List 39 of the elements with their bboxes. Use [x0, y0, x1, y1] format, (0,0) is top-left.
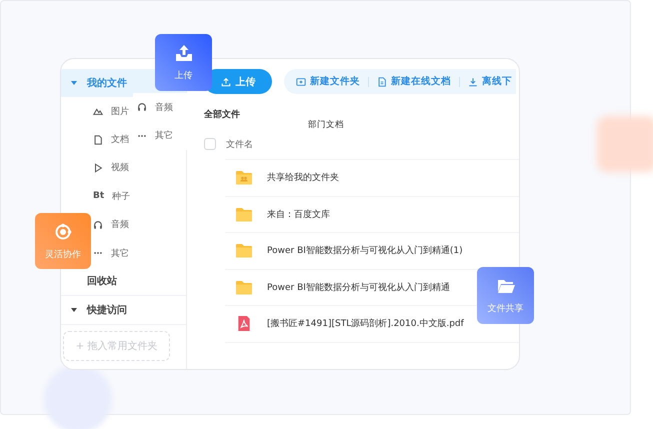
document-icon [377, 76, 387, 86]
column-header: 文件名 [226, 138, 253, 150]
headphones-icon [137, 102, 147, 112]
file-name: 共享给我的文件夹 [267, 172, 339, 184]
folder-icon [235, 242, 253, 260]
sidebar-item[interactable]: 图片 [93, 97, 129, 126]
headphones-icon [93, 220, 103, 230]
sidebar-item[interactable]: 快捷访问 [61, 296, 186, 326]
tile-label: 文件共享 [488, 302, 524, 315]
download-icon [468, 76, 478, 86]
file-name: Power BI智能数据分析与可视化从入门到精通(1) [267, 244, 463, 258]
image-icon [93, 106, 103, 116]
file-name: Power BI智能数据分析与可视化从入门到精通 [267, 282, 450, 294]
breadcrumb[interactable]: 全部文件 [204, 108, 240, 121]
sidebar-item[interactable]: 文档 [93, 125, 129, 154]
bt-icon: Bt [93, 191, 104, 202]
sidebar-item[interactable]: Bt 种子 [93, 182, 130, 211]
folder-icon [235, 206, 253, 223]
document-icon [93, 134, 103, 145]
toolbar-button[interactable]: 离线下 [464, 75, 516, 88]
folder-icon [235, 278, 253, 296]
shared-folder-icon [235, 169, 253, 186]
decorative-blob [597, 116, 653, 172]
folder-plus-icon [296, 76, 306, 86]
upload-icon [220, 76, 230, 86]
sidebar-item[interactable]: 音频 [93, 210, 129, 239]
checkbox[interactable] [204, 138, 216, 150]
file-name: [搬书匠#1491][STL源码剖析].2010.中文版.pdf [267, 318, 464, 330]
sidebar-item[interactable]: 其它 [93, 238, 129, 268]
toolbar-button[interactable]: 新建在线文档 [373, 75, 455, 88]
play-icon [93, 162, 103, 173]
upload-icon [174, 43, 194, 63]
file-name: 来自：百度文库 [267, 208, 330, 221]
sidebar-item[interactable]: 视频 [93, 154, 129, 182]
orbit-icon [53, 222, 73, 242]
folder-label: 部门文档 [308, 119, 344, 131]
menu-item[interactable]: 其它 [137, 121, 173, 150]
tile-label: 灵活协作 [45, 248, 81, 260]
toolbar-button[interactable]: 新建文件夹 [292, 75, 364, 88]
